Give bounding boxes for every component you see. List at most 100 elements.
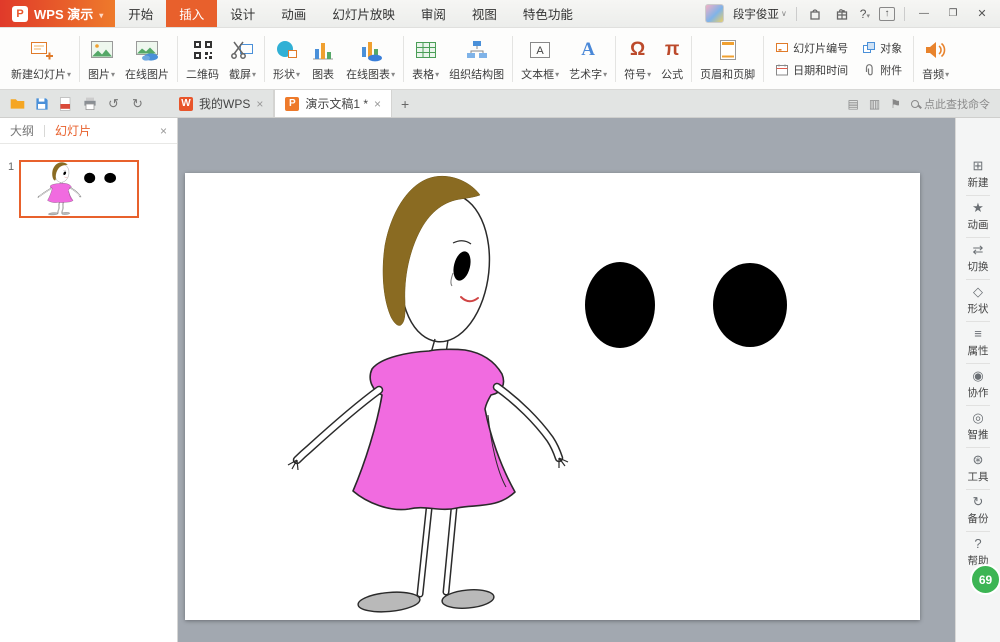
- ribbon-item-attachment[interactable]: 附件: [862, 62, 902, 78]
- slide-canvas[interactable]: [178, 118, 955, 642]
- new-icon: ⊞: [973, 159, 984, 173]
- tab-outline[interactable]: 大纲: [10, 122, 34, 139]
- ribbon-item-text-box[interactable]: A 文本框: [516, 30, 564, 88]
- ribbon-item-symbol[interactable]: Ω 符号: [619, 30, 656, 88]
- sidebar-item-collaborate[interactable]: ◉ 协作: [956, 364, 1000, 405]
- sidebar-item-properties[interactable]: ≡ 属性: [956, 322, 1000, 363]
- ribbon-item-online-picture[interactable]: 在线图片: [120, 30, 174, 88]
- close-window-button[interactable]: [972, 7, 992, 20]
- close-panel-icon[interactable]: [160, 124, 167, 138]
- close-tab-icon[interactable]: [256, 97, 263, 111]
- ribbon-item-header-footer[interactable]: 页眉和页脚: [695, 30, 760, 88]
- tab-home[interactable]: 开始: [115, 0, 166, 27]
- ribbon-insert: 新建幻灯片 图片 在线图片 二维码 截屏: [0, 28, 1000, 90]
- user-avatar[interactable]: [705, 4, 724, 23]
- header-footer-icon: [715, 36, 741, 64]
- ribbon-item-new-slide[interactable]: 新建幻灯片: [6, 30, 76, 88]
- tab-view[interactable]: 视图: [459, 0, 510, 27]
- ribbon-item-wordart[interactable]: A 艺术字: [564, 30, 612, 88]
- print-icon[interactable]: [79, 93, 100, 114]
- dropdown-arrow-icon: [251, 68, 256, 80]
- backup-sync-badge[interactable]: 69: [970, 564, 1000, 595]
- ribbon-item-qr-code[interactable]: 二维码: [181, 30, 224, 88]
- ribbon-item-audio[interactable]: 音频: [917, 30, 954, 88]
- wps-w-icon: W: [179, 97, 193, 111]
- ribbon-item-chart[interactable]: 图表: [305, 30, 341, 88]
- tab-features[interactable]: 特色功能: [510, 0, 586, 27]
- ribbon-item-shapes[interactable]: 形状: [268, 30, 305, 88]
- minimize-button[interactable]: [914, 8, 934, 19]
- panel-icon[interactable]: ▤: [848, 97, 859, 111]
- app-name: WPS 演示: [34, 4, 93, 23]
- ribbon-item-picture[interactable]: 图片: [83, 30, 120, 88]
- divider: [913, 36, 914, 82]
- redo-icon[interactable]: ↻: [127, 93, 148, 114]
- ribbon-item-online-chart[interactable]: 在线图表: [341, 30, 400, 88]
- close-tab-icon[interactable]: [374, 97, 381, 111]
- slide-number: 1: [8, 160, 14, 218]
- save-icon[interactable]: [31, 93, 52, 114]
- tabbar-right: ▤ ▥ ⚑ 点此查找命令: [848, 90, 1000, 117]
- tab-slideshow[interactable]: 幻灯片放映: [319, 0, 408, 27]
- titlebar: P WPS 演示 开始 插入 设计 动画 幻灯片放映 审阅 视图 特色功能 段宇…: [0, 0, 1000, 28]
- layout-icon[interactable]: ▥: [869, 97, 880, 111]
- sidebar-item-transition[interactable]: ⇄ 切换: [956, 238, 1000, 279]
- shop-icon[interactable]: [806, 6, 824, 22]
- upload-icon[interactable]: ↑: [879, 7, 895, 21]
- ribbon-item-formula[interactable]: π 公式: [656, 30, 688, 88]
- command-search[interactable]: 点此查找命令: [911, 96, 990, 112]
- ribbon-small-group: 幻灯片编号 对象 日期和时间 附件: [767, 40, 910, 78]
- slide-thumbnail[interactable]: [19, 160, 139, 218]
- sidebar-item-animation[interactable]: ★ 动画: [956, 196, 1000, 237]
- flag-icon[interactable]: ⚑: [890, 97, 901, 111]
- divider: [691, 36, 692, 82]
- tab-slides[interactable]: 幻灯片: [55, 122, 91, 139]
- ribbon-item-table[interactable]: 表格: [407, 30, 444, 88]
- slide[interactable]: [185, 173, 920, 620]
- chevron-down-icon[interactable]: [99, 6, 103, 21]
- ribbon-item-date-time[interactable]: 日期和时间: [775, 62, 848, 78]
- tab-review[interactable]: 审阅: [408, 0, 459, 27]
- divider: [796, 7, 797, 21]
- dropdown-arrow-icon: [295, 68, 300, 80]
- backup-icon: ↻: [973, 495, 984, 509]
- wps-logo[interactable]: P WPS 演示: [0, 0, 115, 27]
- ribbon-item-object[interactable]: 对象: [862, 40, 902, 56]
- transition-icon: ⇄: [973, 243, 984, 257]
- tab-insert[interactable]: 插入: [166, 0, 217, 27]
- symbol-icon: Ω: [630, 36, 645, 64]
- new-tab-button[interactable]: [392, 90, 418, 117]
- ribbon-item-slide-number[interactable]: 幻灯片编号: [775, 40, 848, 56]
- ribbon-item-screenshot[interactable]: 截屏: [224, 30, 261, 88]
- tab-design[interactable]: 设计: [217, 0, 268, 27]
- ribbon-item-org-chart[interactable]: 组织结构图: [444, 30, 509, 88]
- restore-button[interactable]: [943, 8, 963, 19]
- sidebar-item-tools[interactable]: ⊛ 工具: [956, 448, 1000, 489]
- help-icon[interactable]: ?: [860, 7, 870, 21]
- tab-animation[interactable]: 动画: [268, 0, 319, 27]
- sidebar-item-smart[interactable]: ◎ 智推: [956, 406, 1000, 447]
- date-time-icon: [775, 63, 789, 77]
- open-folder-icon[interactable]: [7, 93, 28, 114]
- slide-drawing-girl[interactable]: [185, 173, 920, 620]
- export-pdf-icon[interactable]: [55, 93, 76, 114]
- doc-tab-my-wps[interactable]: W 我的WPS: [169, 90, 274, 117]
- titlebar-right: 段宇俊亚 ? ↑: [705, 0, 1000, 27]
- search-placeholder: 点此查找命令: [924, 96, 990, 112]
- wps-p-icon: P: [285, 97, 299, 111]
- doc-tab-presentation1[interactable]: P 演示文稿1 *: [274, 90, 392, 117]
- dropdown-arrow-icon: [390, 68, 395, 80]
- gift-icon[interactable]: [833, 6, 851, 22]
- undo-icon[interactable]: ↺: [103, 93, 124, 114]
- org-chart-icon: [464, 36, 490, 64]
- object-icon: [862, 41, 876, 55]
- qr-code-icon: [190, 36, 216, 64]
- panel-header: 大纲 幻灯片: [0, 118, 177, 144]
- slide-number-icon: [775, 41, 789, 55]
- sidebar-item-new[interactable]: ⊞ 新建: [956, 154, 1000, 195]
- user-name[interactable]: 段宇俊亚: [733, 6, 787, 22]
- sidebar-item-shape[interactable]: ◇ 形状: [956, 280, 1000, 321]
- quick-access-toolbar: ↺ ↻: [0, 90, 155, 117]
- sidebar-item-backup[interactable]: ↻ 备份: [956, 490, 1000, 531]
- collaborate-icon: ◉: [972, 369, 983, 383]
